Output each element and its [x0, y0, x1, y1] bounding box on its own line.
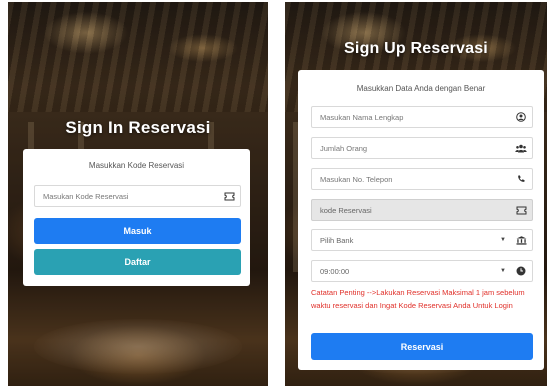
reservasi-button[interactable]: Reservasi: [311, 333, 533, 360]
dropdown-arrow-icon: ▼: [500, 237, 506, 243]
daftar-button[interactable]: Daftar: [34, 249, 241, 275]
signup-screen: Sign Up Reservasi Masukkan Data Anda den…: [285, 2, 547, 386]
signup-card: Masukkan Data Anda dengan Benar kode Res…: [298, 70, 544, 370]
signup-title: Sign Up Reservasi: [344, 40, 488, 57]
important-note: Catatan Penting -->Lakukan Reservasi Mak…: [311, 288, 525, 310]
users-icon: [510, 138, 532, 158]
signup-subtitle: Masukkan Data Anda dengan Benar: [356, 84, 486, 93]
signin-card: Masukkan Kode Reservasi Masuk Daftar: [23, 149, 250, 286]
people-count-field[interactable]: [311, 137, 533, 159]
bank-select-value: Pilih Bank: [320, 235, 354, 245]
signin-screen: Sign In Reservasi Masukkan Kode Reservas…: [8, 2, 268, 386]
signin-title: Sign In Reservasi: [65, 118, 211, 137]
time-select-value: 09:00:00: [320, 266, 350, 276]
reservation-code-input[interactable]: [35, 186, 218, 206]
ticket-icon: [510, 200, 532, 220]
full-name-input[interactable]: [312, 107, 510, 127]
full-name-field[interactable]: [311, 106, 533, 128]
reservation-code-value: kode Reservasi: [320, 205, 372, 215]
time-select[interactable]: 09:00:00 ▼: [311, 260, 533, 282]
masuk-button[interactable]: Masuk: [34, 218, 241, 244]
people-count-input[interactable]: [312, 138, 510, 158]
reservation-code-field[interactable]: [34, 185, 241, 207]
ticket-icon: [218, 186, 240, 206]
clock-icon: [510, 261, 532, 281]
dropdown-arrow-icon: ▼: [500, 268, 506, 274]
phone-field[interactable]: [311, 168, 533, 190]
signin-subtitle: Masukkan Kode Reservasi: [88, 161, 185, 170]
reservation-code-field: kode Reservasi: [311, 199, 533, 221]
bank-icon: [510, 230, 532, 250]
phone-input[interactable]: [312, 169, 510, 189]
phone-icon: [510, 169, 532, 189]
user-icon: [510, 107, 532, 127]
bank-select[interactable]: Pilih Bank ▼: [311, 229, 533, 251]
